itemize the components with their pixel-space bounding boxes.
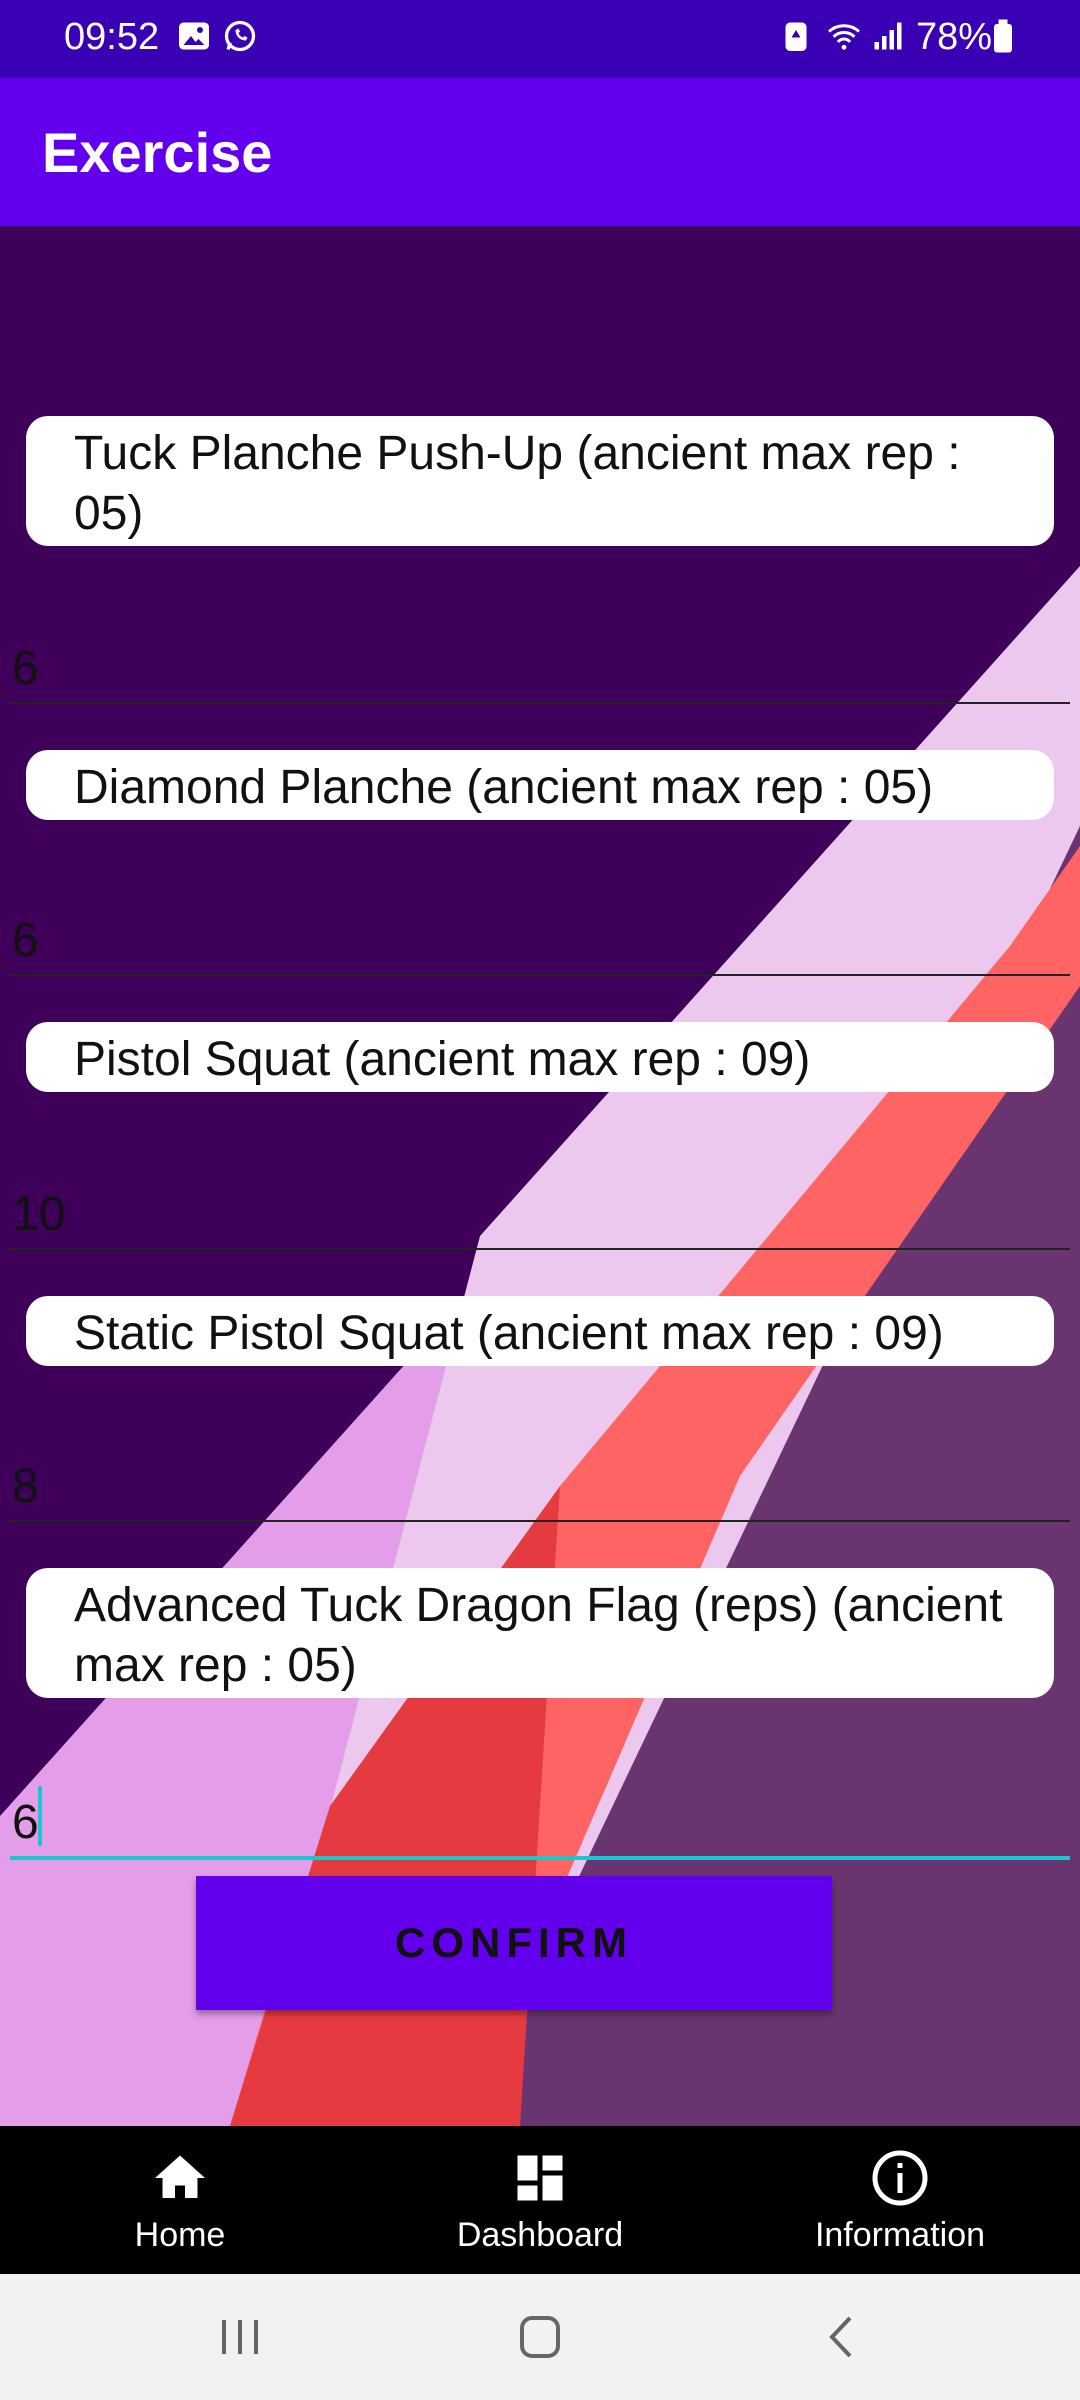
battery-icon bbox=[994, 19, 1012, 53]
dashboard-icon bbox=[517, 2155, 563, 2201]
nav-label: Dashboard bbox=[456, 2216, 624, 2254]
nav-home[interactable]: Home bbox=[0, 2126, 360, 2274]
page-title: Exercise bbox=[42, 121, 273, 184]
exercise-form: Tuck Planche Push-Up (ancient max rep : … bbox=[0, 226, 1080, 2126]
reps-value: 6 bbox=[12, 914, 39, 967]
system-navigation-bar bbox=[0, 2274, 1080, 2400]
reps-input[interactable]: 8 bbox=[10, 1448, 1070, 1522]
confirm-button[interactable]: CONFIRM bbox=[196, 1876, 832, 2010]
exercise-label: Static Pistol Squat (ancient max rep : 0… bbox=[26, 1296, 1054, 1366]
reps-input[interactable]: 10 bbox=[10, 1176, 1070, 1250]
signal-icon bbox=[874, 22, 902, 50]
home-icon bbox=[155, 2155, 205, 2198]
status-bar: 09:52 78% bbox=[0, 0, 1080, 78]
reps-value: 6 bbox=[12, 642, 39, 695]
whatsapp-icon bbox=[224, 20, 256, 52]
app-bar: Exercise bbox=[0, 78, 1080, 226]
info-icon bbox=[872, 2150, 928, 2206]
back-icon[interactable] bbox=[814, 2312, 874, 2362]
reps-input[interactable]: 6 bbox=[10, 902, 1070, 976]
nav-label: Information bbox=[814, 2216, 986, 2254]
exercise-label: Diamond Planche (ancient max rep : 05) bbox=[26, 750, 1054, 820]
nav-information[interactable]: Information bbox=[720, 2126, 1080, 2274]
reps-value: 6 bbox=[12, 1796, 39, 1849]
recent-apps-icon[interactable] bbox=[210, 2312, 270, 2362]
exercise-label: Pistol Squat (ancient max rep : 09) bbox=[26, 1022, 1054, 1092]
nav-dashboard[interactable]: Dashboard bbox=[360, 2126, 720, 2274]
battery-percent: 78% bbox=[916, 16, 993, 58]
home-button-icon[interactable] bbox=[510, 2312, 570, 2362]
text-cursor bbox=[38, 1786, 42, 1846]
wifi-icon bbox=[828, 24, 860, 50]
reps-input-focused[interactable]: 6 bbox=[10, 1784, 1070, 1860]
reps-value: 10 bbox=[12, 1188, 66, 1241]
exercise-label: Tuck Planche Push-Up (ancient max rep : … bbox=[26, 416, 1054, 546]
nav-label: Home bbox=[134, 2216, 226, 2254]
battery-saver-icon bbox=[785, 22, 807, 51]
reps-input[interactable]: 6 bbox=[10, 630, 1070, 704]
image-icon bbox=[179, 22, 209, 50]
status-time: 09:52 bbox=[64, 16, 160, 58]
exercise-label: Advanced Tuck Dragon Flag (reps) (ancien… bbox=[26, 1568, 1054, 1698]
bottom-navigation: Home Dashboard Information bbox=[0, 2126, 1080, 2274]
reps-value: 8 bbox=[12, 1460, 39, 1513]
